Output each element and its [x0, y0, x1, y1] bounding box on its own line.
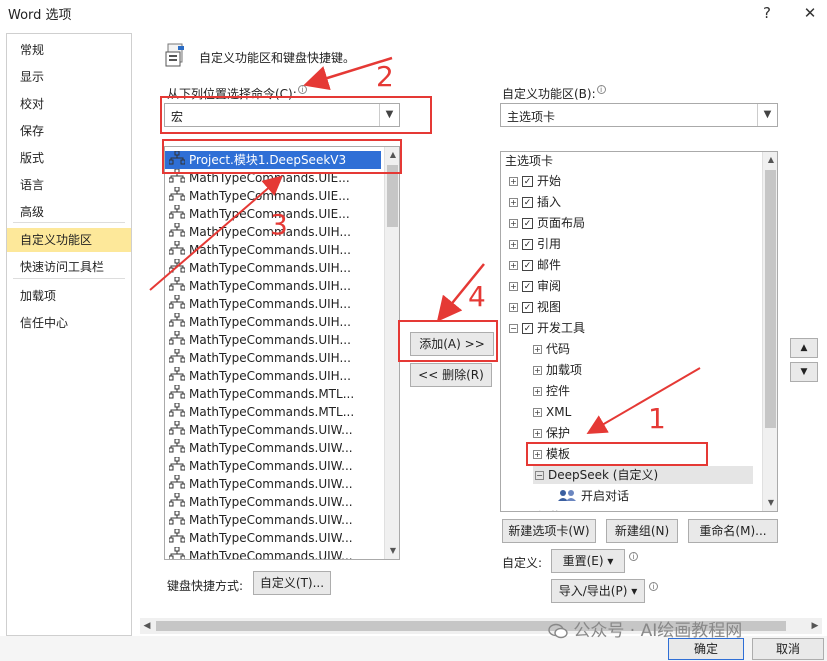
annotation-arrows	[149, 56, 701, 435]
annotation-number-1: 1	[648, 402, 666, 435]
annotation-number-3: 3	[270, 208, 288, 241]
annotation-number-4: 4	[468, 280, 486, 313]
annotation-number-2: 2	[376, 60, 394, 93]
